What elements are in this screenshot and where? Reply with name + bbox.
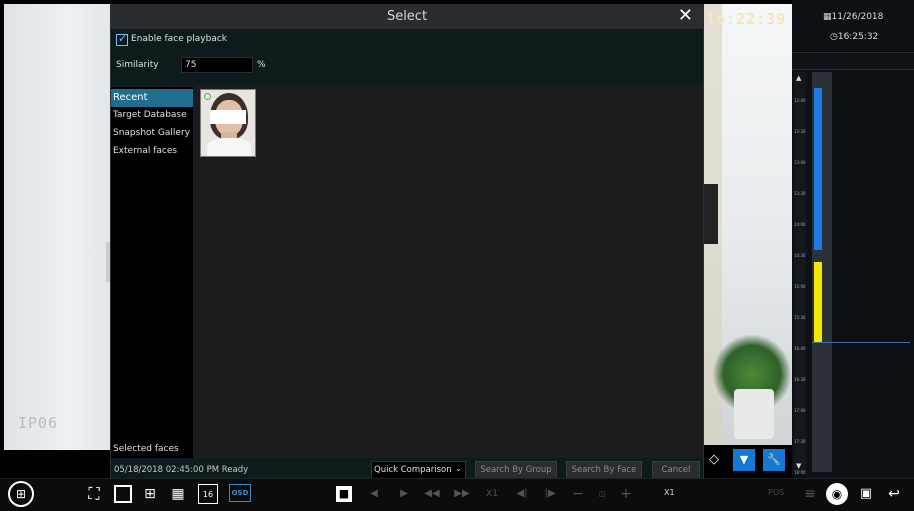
camera-time-overlay: 16:22:39	[706, 10, 787, 28]
timeline-tick-label: 17:30	[794, 439, 806, 444]
timeline-tick-label: 16:30	[794, 377, 806, 382]
camera-scene	[4, 4, 110, 450]
layout-4-icon[interactable]: ⊞	[140, 484, 160, 504]
timeline-date: ▦11/26/2018	[823, 12, 884, 22]
similarity-unit: %	[257, 60, 266, 70]
dialog-title: Select	[386, 9, 428, 24]
timeline-time-text: 16:25:32	[837, 32, 879, 42]
timeline-time: ◷16:25:32	[830, 32, 879, 42]
face-gallery	[195, 87, 703, 458]
timeline-tick-label: 13:00	[794, 160, 806, 165]
similarity-label: Similarity	[116, 60, 159, 70]
enable-face-playback-checkbox[interactable]	[116, 32, 128, 46]
filter-icon[interactable]: ▼	[733, 449, 755, 471]
face-redaction	[210, 110, 246, 124]
timeline-tick-label: 14:00	[794, 222, 806, 227]
layout-9-icon[interactable]: ▦	[168, 484, 188, 504]
pos-button[interactable]: POS	[768, 488, 784, 497]
menu-icon[interactable]: ⊞	[8, 481, 34, 507]
speed-label: X1	[664, 488, 675, 497]
sidebar-item-snapshot-gallery[interactable]: Snapshot Gallery	[111, 125, 193, 143]
face-source-sidebar: Recent Target Database Snapshot Gallery …	[111, 87, 193, 458]
selected-faces-label: Selected faces	[113, 444, 179, 454]
comparison-mode-select[interactable]: Quick Comparison ⌄	[371, 461, 466, 479]
play-icon[interactable]: ▶	[394, 484, 414, 504]
face-select-radio[interactable]	[204, 93, 211, 100]
timeline-tick-label: 12:30	[794, 129, 806, 134]
layout-1-icon[interactable]	[114, 485, 132, 503]
snapshot-icon[interactable]: ▣	[856, 484, 876, 504]
dialog-options: Enable face playback Similarity 75 %	[111, 29, 703, 85]
timeline-record-normal[interactable]	[814, 88, 822, 250]
zoom-level-icon: ◫	[598, 490, 606, 498]
face-thumbnail[interactable]	[200, 89, 256, 157]
record-icon[interactable]: ◉	[826, 483, 848, 505]
prev-frame-icon[interactable]: ◀|	[512, 484, 532, 504]
timeline-tick-label: 14:30	[794, 253, 806, 258]
speed-indicator: X1	[486, 489, 498, 499]
chevron-down-icon: ⌄	[455, 464, 462, 473]
stop-icon[interactable]: ■	[336, 486, 352, 502]
rewind-icon[interactable]: ◀◀	[422, 484, 442, 504]
timeline-cursor[interactable]	[812, 342, 910, 343]
next-frame-icon[interactable]: |▶	[540, 484, 560, 504]
back-icon[interactable]: ↩	[884, 484, 904, 504]
layout-16-icon[interactable]: 16	[198, 484, 218, 504]
select-dialog: Select ✕ Enable face playback Similarity…	[110, 4, 704, 483]
timeline-tick-label: 18:00	[794, 470, 806, 475]
search-by-group-button[interactable]: Search By Group	[475, 461, 557, 479]
camera-view-left	[4, 4, 110, 450]
face-shirt	[207, 138, 251, 156]
sidebar-item-target-database[interactable]: Target Database	[111, 107, 193, 125]
camera-view-right	[704, 4, 792, 445]
status-text: 05/18/2018 02:45:00 PM Ready	[114, 465, 249, 475]
timeline-record-event[interactable]	[814, 262, 822, 342]
timeline-tick-label: 15:30	[794, 315, 806, 320]
wrench-icon[interactable]: 🔧	[763, 449, 785, 471]
sidebar-item-recent[interactable]: Recent	[111, 89, 193, 107]
comparison-mode-value: Quick Comparison	[374, 465, 452, 475]
zoom-out-icon[interactable]: −	[568, 484, 588, 504]
osd-button[interactable]: OSD	[229, 484, 251, 502]
similarity-input[interactable]: 75	[181, 57, 253, 73]
step-back-icon[interactable]: ◀	[364, 484, 384, 504]
list-icon[interactable]: ≡	[800, 484, 820, 504]
sidebar-item-external-faces[interactable]: External faces	[111, 143, 193, 161]
enable-face-playback-label: Enable face playback	[131, 34, 227, 44]
fullscreen-icon[interactable]: ⛶	[84, 484, 104, 504]
timeline-header	[792, 52, 914, 70]
zoom-in-icon[interactable]: +	[616, 484, 636, 504]
dialog-titlebar: Select ✕	[111, 5, 703, 29]
fast-forward-icon[interactable]: ▶▶	[452, 484, 472, 504]
timeline-tick-label: 17:00	[794, 408, 806, 413]
timeline-tick-label: 15:00	[794, 284, 806, 289]
timeline-date-text: 11/26/2018	[831, 12, 884, 22]
close-icon[interactable]: ✕	[678, 5, 693, 26]
camera-label: IP06	[18, 414, 59, 432]
search-by-face-button[interactable]: Search By Face	[566, 461, 642, 479]
cancel-button[interactable]: Cancel	[652, 461, 700, 479]
timeline-tick-label: 13:30	[794, 191, 806, 196]
timeline-tick-label: 12:00	[794, 98, 806, 103]
timeline-tick-label: 16:00	[794, 346, 806, 351]
camera-scene-object	[704, 184, 718, 244]
ptz-icon[interactable]: ◇	[703, 449, 725, 471]
camera-scene-pot	[734, 389, 774, 439]
